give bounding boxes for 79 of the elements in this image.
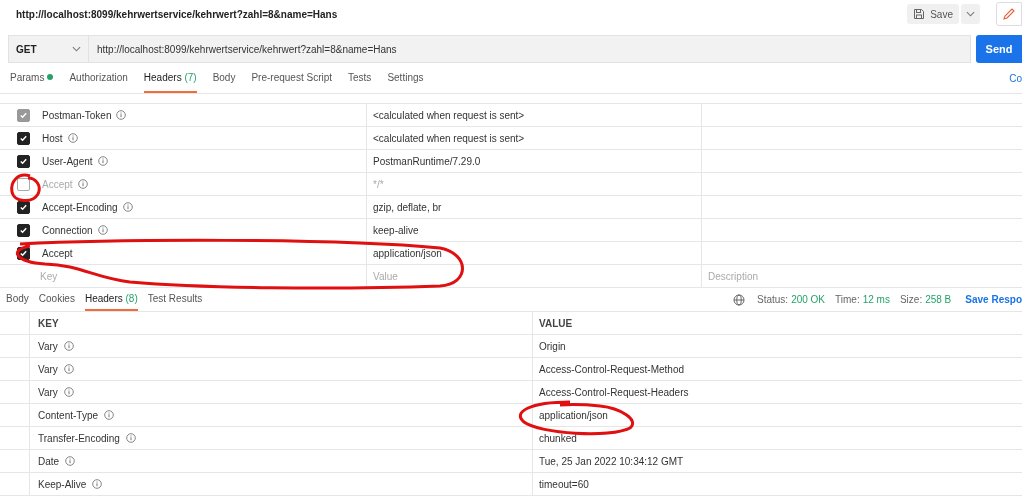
checkmark-icon bbox=[19, 202, 28, 212]
cookies-link[interactable]: Co bbox=[1009, 72, 1022, 84]
header-key: Content-Type bbox=[38, 409, 99, 421]
status-label: Time: bbox=[835, 294, 860, 305]
status-label: Status: bbox=[757, 294, 789, 305]
header-value: Origin bbox=[539, 340, 566, 352]
send-button[interactable]: Send bbox=[976, 35, 1022, 63]
header-value: gzip, deflate, br bbox=[373, 201, 442, 213]
response-tab[interactable]: Test Results bbox=[147, 288, 203, 311]
save-response-link[interactable]: Save Respo bbox=[965, 294, 1022, 305]
save-icon bbox=[913, 8, 926, 20]
url-field[interactable]: http://localhost:8099/kehrwertservice/kehrwert?zahl=8&name=Hans bbox=[88, 35, 971, 63]
response-tab[interactable]: Headers (8) bbox=[84, 288, 138, 311]
caret-icon bbox=[72, 46, 81, 52]
request-tab[interactable]: Settings bbox=[387, 63, 424, 93]
header-key: Date bbox=[38, 455, 60, 467]
header-key: Host bbox=[42, 132, 63, 144]
value-input[interactable]: Value bbox=[373, 270, 573, 282]
header-value: PostmanRuntime/7.29.0 bbox=[373, 155, 481, 167]
checkmark-icon bbox=[19, 133, 28, 143]
info-icon bbox=[65, 456, 76, 466]
status-value: 200 OK bbox=[791, 294, 826, 305]
request-tab[interactable]: Tests bbox=[348, 63, 372, 93]
info-icon bbox=[63, 387, 74, 397]
request-tab[interactable]: Body bbox=[212, 63, 236, 93]
header-key: Postman-Token bbox=[42, 109, 112, 121]
request-tab[interactable]: Authorization bbox=[69, 63, 128, 93]
checkbox[interactable] bbox=[17, 223, 30, 237]
header-key: Accept bbox=[42, 178, 73, 190]
checkbox[interactable] bbox=[17, 131, 30, 145]
header-key: Accept bbox=[42, 247, 73, 259]
request-title: http://localhost:8099/kehrwertservice/kehrwert?zahl=8&name=Hans bbox=[16, 8, 338, 20]
header-value: */* bbox=[373, 178, 384, 190]
info-icon bbox=[125, 433, 136, 443]
header-value: Access-Control-Request-Method bbox=[539, 363, 685, 375]
header-value: application/json bbox=[373, 247, 442, 259]
request-tab[interactable]: Pre-request Script bbox=[251, 63, 333, 93]
info-icon bbox=[92, 479, 103, 489]
caret-icon bbox=[966, 11, 975, 17]
info-icon bbox=[63, 364, 74, 374]
response-tab[interactable]: Body bbox=[6, 288, 29, 311]
checkbox[interactable] bbox=[17, 177, 30, 191]
globe-icon[interactable] bbox=[733, 293, 745, 306]
checkmark-icon bbox=[19, 225, 28, 235]
header-key: User-Agent bbox=[42, 155, 93, 167]
key-input[interactable]: Key bbox=[40, 270, 240, 282]
header-key: Vary bbox=[38, 386, 58, 398]
status-value: 12 ms bbox=[862, 294, 890, 305]
header-value: Tue, 25 Jan 2022 10:34:12 GMT bbox=[539, 455, 684, 467]
header-key: Accept-Encoding bbox=[42, 201, 118, 213]
header-key: Connection bbox=[42, 224, 93, 236]
checkmark-icon bbox=[19, 156, 28, 166]
save-button[interactable]: Save bbox=[907, 4, 959, 24]
request-tab[interactable]: Params bbox=[10, 63, 54, 93]
edit-button[interactable] bbox=[996, 2, 1022, 26]
status-value: 258 B bbox=[925, 294, 952, 305]
request-tab[interactable]: Headers (7) bbox=[143, 63, 197, 93]
header-value: keep-alive bbox=[373, 224, 419, 236]
header-key: Transfer-Encoding bbox=[38, 432, 120, 444]
header-value: timeout=60 bbox=[539, 478, 589, 490]
header-key: Vary bbox=[38, 340, 58, 352]
pencil-icon bbox=[1002, 7, 1016, 21]
header-value: <calculated when request is sent> bbox=[373, 132, 525, 144]
method-dropdown[interactable]: GET bbox=[8, 35, 88, 63]
description-input[interactable]: Description bbox=[708, 270, 908, 282]
info-icon bbox=[104, 410, 115, 420]
column-header: VALUE bbox=[539, 317, 573, 329]
status-label: Size: bbox=[899, 294, 923, 305]
header-key: Keep-Alive bbox=[38, 478, 87, 490]
header-value: chunked bbox=[539, 432, 577, 444]
header-value: <calculated when request is sent> bbox=[373, 109, 525, 121]
header-value: Access-Control-Request-Headers bbox=[539, 386, 689, 398]
response-tab[interactable]: Cookies bbox=[38, 288, 75, 311]
header-key: Vary bbox=[38, 363, 58, 375]
checkmark-icon bbox=[19, 248, 28, 258]
info-icon bbox=[63, 341, 74, 351]
header-value: application/json bbox=[539, 409, 608, 421]
column-header: KEY bbox=[38, 317, 59, 329]
checkbox[interactable] bbox=[17, 154, 30, 168]
